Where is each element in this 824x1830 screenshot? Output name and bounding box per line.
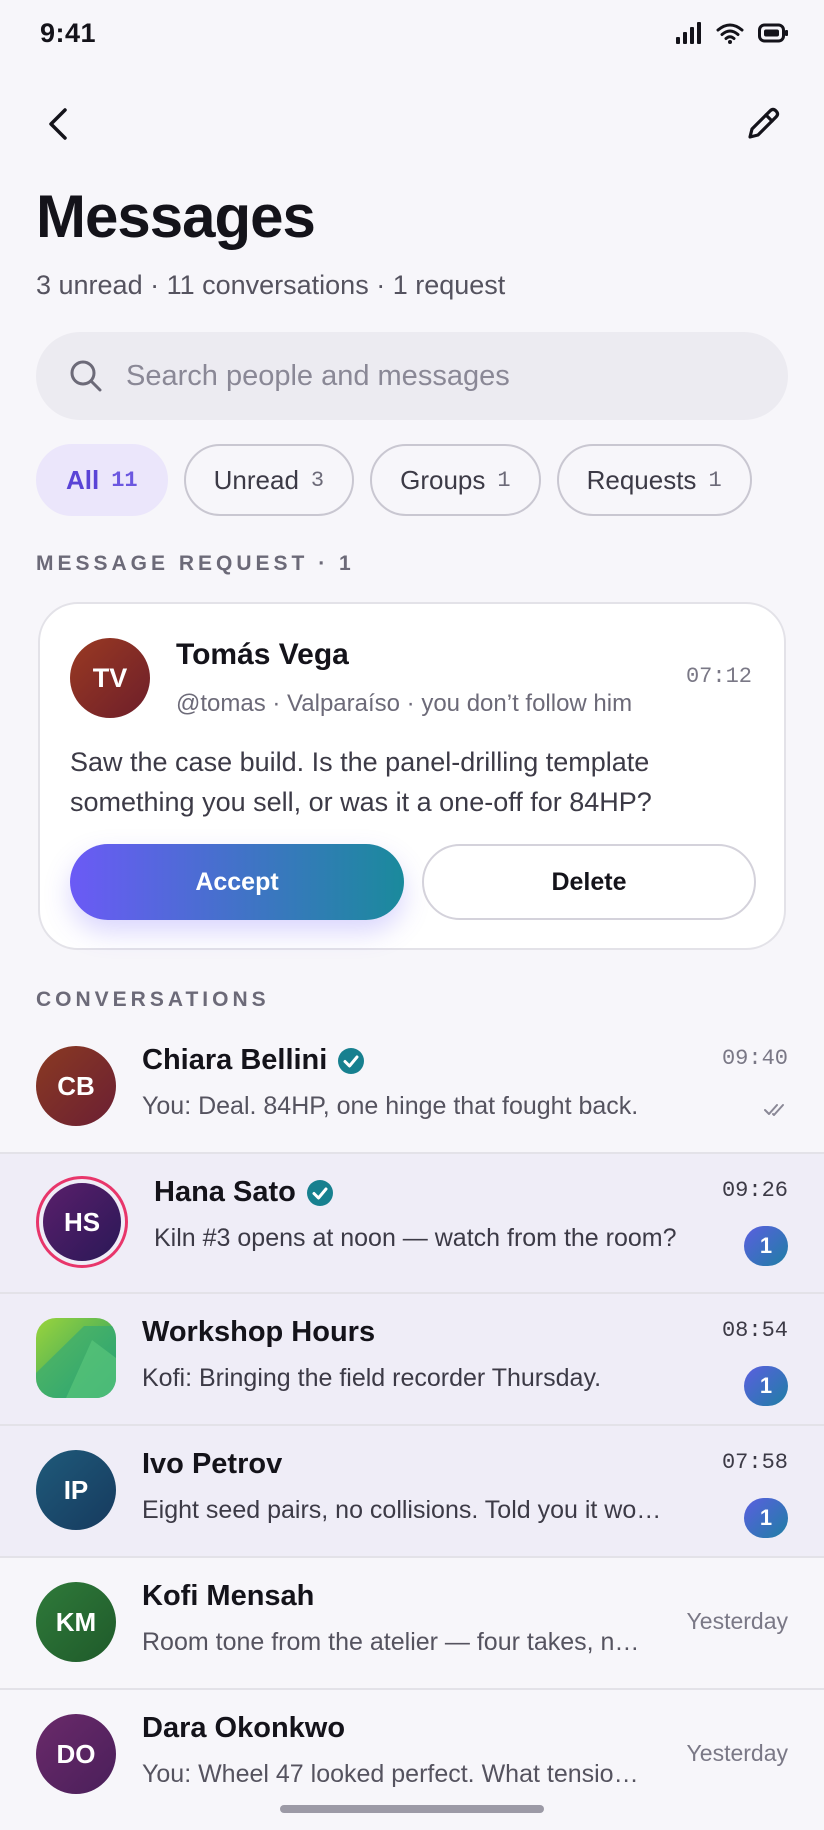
filter-chips: All 11 Unread 3 Groups 1 Requests 1: [36, 444, 752, 516]
contact-name: Hana Sato: [154, 1176, 296, 1208]
chip-label: Unread: [213, 464, 299, 495]
avatar: DO: [36, 1714, 116, 1794]
chip-count: 11: [111, 467, 138, 493]
contact-name: Chiara Bellini: [142, 1044, 328, 1076]
message-time: 07:58: [721, 1450, 788, 1475]
page-subtitle: 3 unread · 11 conversations · 1 request: [36, 270, 506, 300]
chip-count: 3: [310, 467, 325, 493]
request-sender-name: Tomás Vega: [176, 638, 349, 671]
request-sender-meta: @tomas · Valparaíso · you don’t follow h…: [176, 690, 633, 717]
message-request-card[interactable]: TV Tomás Vega @tomas · Valparaíso · you …: [38, 602, 786, 950]
unread-badge: 1: [744, 1498, 788, 1538]
filter-chip-all[interactable]: All 11: [36, 444, 168, 516]
request-time: 07:12: [685, 664, 752, 689]
wifi-icon: [716, 23, 744, 44]
top-bar: [0, 92, 824, 156]
conversation-name: Dara Okonkwo: [142, 1712, 345, 1745]
conversation-name: Ivo Petrov: [142, 1448, 282, 1481]
filter-chip-unread[interactable]: Unread 3: [183, 444, 355, 516]
chip-label: Groups: [400, 464, 486, 495]
accept-button[interactable]: Accept: [70, 844, 404, 920]
message-time: Yesterday: [686, 1740, 788, 1766]
conversation-row[interactable]: IP Ivo Petrov Eight seed pairs, no colli…: [0, 1426, 824, 1558]
message-preview: Room tone from the atelier — four takes,…: [142, 1628, 640, 1656]
conversation-name: Kofi Mensah: [142, 1580, 314, 1613]
pencil-icon: [748, 107, 780, 139]
conversation-row[interactable]: HS Hana Sato Kiln #3 opens at noon — wat…: [0, 1154, 824, 1294]
page-title: Messages: [36, 183, 316, 250]
message-time: 08:54: [721, 1318, 788, 1343]
compose-button[interactable]: [738, 102, 788, 146]
chip-count: 1: [708, 467, 722, 493]
message-preview: You: Deal. 84HP, one hinge that fought b…: [142, 1092, 639, 1120]
battery-icon: [758, 23, 788, 43]
search-icon: [70, 360, 102, 392]
group-avatar: [36, 1318, 116, 1398]
conversation-row[interactable]: DO Dara Okonkwo You: Wheel 47 looked per…: [0, 1690, 824, 1822]
status-time: 9:41: [40, 18, 97, 48]
story-ring-avatar: HS: [36, 1176, 128, 1268]
home-indicator: [280, 1805, 544, 1813]
status-bar: 9:41: [0, 0, 824, 70]
status-icons: [676, 22, 788, 44]
contact-name: Ivo Petrov: [142, 1448, 283, 1480]
verified-icon: [338, 1047, 365, 1074]
search-input[interactable]: [126, 332, 746, 420]
group-name: Workshop Hours: [142, 1316, 376, 1348]
avatar: HS: [43, 1183, 121, 1261]
avatar: IP: [36, 1450, 116, 1530]
delete-button[interactable]: Delete: [422, 844, 756, 920]
signal-icon: [676, 22, 701, 44]
contact-name: Kofi Mensah: [142, 1580, 315, 1612]
avatar: CB: [36, 1046, 116, 1126]
message-time: 09:40: [721, 1046, 788, 1071]
avatar: KM: [36, 1582, 116, 1662]
read-receipt-icon: [764, 1104, 784, 1116]
message-preview: Kiln #3 opens at noon — watch from the r…: [154, 1224, 677, 1252]
unread-badge: 1: [744, 1226, 788, 1266]
filter-chip-groups[interactable]: Groups 1: [370, 444, 541, 516]
conversation-row[interactable]: CB Chiara Bellini You: Deal. 84HP, one h…: [0, 1022, 824, 1154]
request-message-body: Saw the case build. Is the panel-drillin…: [70, 747, 652, 817]
conversation-row[interactable]: KM Kofi Mensah Room tone from the atelie…: [0, 1558, 824, 1690]
conversation-list: CB Chiara Bellini You: Deal. 84HP, one h…: [0, 1022, 824, 1822]
verified-icon: [306, 1179, 333, 1206]
chip-label: Requests: [586, 464, 697, 495]
message-preview: You: Wheel 47 looked perfect. What tensi…: [142, 1760, 639, 1788]
section-label-requests: MESSAGE REQUEST · 1: [36, 552, 355, 575]
chevron-left-icon: [49, 108, 67, 140]
group-image-icon: [36, 1318, 116, 1398]
message-preview: Kofi: Bringing the field recorder Thursd…: [142, 1364, 602, 1392]
contact-name: Dara Okonkwo: [142, 1712, 346, 1744]
chip-label: All: [66, 464, 100, 495]
chip-count: 1: [497, 467, 511, 493]
avatar[interactable]: TV: [70, 638, 150, 718]
message-preview: Eight seed pairs, no collisions. Told yo…: [142, 1496, 672, 1524]
conversation-name: Workshop Hours: [142, 1316, 375, 1349]
message-time: Yesterday: [686, 1608, 788, 1634]
back-button[interactable]: [36, 102, 80, 146]
conversation-row[interactable]: Workshop Hours Kofi: Bringing the field …: [0, 1294, 824, 1426]
conversation-name: Chiara Bellini: [142, 1044, 365, 1077]
message-time: 09:26: [721, 1178, 788, 1203]
conversation-name: Hana Sato: [154, 1176, 334, 1209]
filter-chip-requests[interactable]: Requests 1: [556, 444, 752, 516]
section-label-conversations: CONVERSATIONS: [36, 988, 270, 1011]
unread-badge: 1: [744, 1366, 788, 1406]
search-bar[interactable]: [36, 332, 788, 420]
